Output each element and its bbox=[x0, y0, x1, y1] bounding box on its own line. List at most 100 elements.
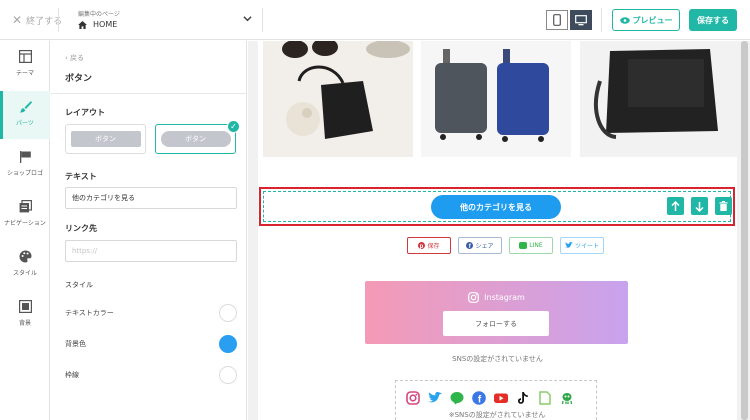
sns-icon-row: f bbox=[406, 391, 574, 405]
sidebar-item-navigation[interactable]: ナビゲーション bbox=[0, 191, 50, 239]
share-label: LINE bbox=[529, 242, 543, 249]
sidebar-item-label: ナビゲーション bbox=[4, 220, 46, 227]
link-label: リンク先 bbox=[65, 224, 97, 233]
style-row-label: 枠線 bbox=[65, 371, 79, 379]
desktop-view-button[interactable] bbox=[570, 10, 592, 30]
page-canvas: 他のカテゴリを見る p 保存 f シェア LINE ツイート Instagram… bbox=[258, 41, 738, 420]
style-row-label: 背景色 bbox=[65, 340, 86, 348]
sidebar-item-label: ショップロゴ bbox=[6, 170, 43, 177]
arrow-up-icon bbox=[671, 200, 680, 211]
chevron-down-icon bbox=[243, 14, 252, 26]
page-name-row: HOME bbox=[78, 20, 117, 29]
border-color-swatch[interactable] bbox=[219, 366, 237, 384]
layout-option-square[interactable]: ボタン bbox=[65, 124, 146, 154]
button-text-input[interactable] bbox=[65, 187, 237, 209]
layout-option-rounded[interactable]: ボタン bbox=[155, 124, 236, 154]
mobile-view-button[interactable] bbox=[546, 10, 568, 30]
line-share-button[interactable]: LINE bbox=[509, 237, 553, 254]
smartphone-icon bbox=[553, 14, 561, 26]
facebook-share-button[interactable]: f シェア bbox=[458, 237, 502, 254]
pinterest-icon: p bbox=[418, 242, 426, 249]
sidebar-item-theme[interactable]: テーマ bbox=[0, 41, 50, 89]
tiktok-icon[interactable] bbox=[516, 391, 530, 405]
trash-icon bbox=[719, 201, 728, 211]
instagram-icon[interactable] bbox=[406, 391, 420, 405]
back-link[interactable]: ‹ 戻る bbox=[65, 53, 84, 63]
preview-button[interactable]: プレビュー bbox=[612, 9, 680, 31]
note-icon[interactable] bbox=[538, 391, 552, 405]
divider bbox=[51, 93, 247, 94]
page-selector[interactable]: 編集中のページ HOME bbox=[66, 8, 262, 32]
background-icon bbox=[18, 300, 32, 313]
instagram-icon bbox=[468, 292, 480, 303]
sidebar-item-parts[interactable]: パーツ bbox=[0, 91, 50, 139]
sidebar-item-background[interactable]: 背景 bbox=[0, 291, 50, 339]
panel-title: ボタン bbox=[65, 74, 93, 84]
top-bar: ✕ 終了する 編集中のページ HOME プレビュー 保存する bbox=[0, 0, 750, 40]
palette-icon bbox=[19, 250, 31, 263]
twitter-icon bbox=[564, 242, 573, 248]
divider bbox=[262, 8, 263, 32]
layout-option-label: ボタン bbox=[160, 131, 231, 147]
sidebar-item-label: パーツ bbox=[16, 120, 34, 127]
twitter-icon[interactable] bbox=[428, 391, 442, 405]
home-icon bbox=[78, 20, 87, 29]
product-image-bags bbox=[263, 41, 413, 157]
scrollbar-thumb[interactable] bbox=[741, 41, 748, 420]
sns-link-block: f ※SNSの設定がされていません bbox=[395, 380, 597, 420]
share-label: 保存 bbox=[427, 243, 440, 250]
move-down-button[interactable] bbox=[691, 197, 708, 215]
facebook-icon: f bbox=[466, 242, 474, 249]
line-icon bbox=[519, 242, 528, 249]
ameba-icon[interactable] bbox=[560, 391, 574, 405]
sidebar-item-style[interactable]: スタイル bbox=[0, 241, 50, 289]
product-image-suitcases bbox=[421, 41, 571, 157]
style-row-background-color: 背景色 bbox=[65, 334, 237, 354]
instagram-title-row: Instagram bbox=[365, 292, 628, 303]
follow-button[interactable]: フォローする bbox=[443, 311, 549, 336]
divider bbox=[601, 8, 602, 32]
link-url-input[interactable] bbox=[65, 240, 237, 262]
divider bbox=[58, 8, 59, 32]
monitor-icon bbox=[575, 14, 587, 25]
page-name: HOME bbox=[93, 20, 118, 29]
layout-option-label: ボタン bbox=[70, 131, 141, 147]
move-up-button[interactable] bbox=[667, 197, 684, 215]
preview-scrollbar[interactable] bbox=[739, 41, 750, 420]
save-button[interactable]: 保存する bbox=[689, 9, 737, 31]
preview-label: プレビュー bbox=[632, 15, 673, 25]
background-color-swatch[interactable] bbox=[219, 335, 237, 353]
text-color-swatch[interactable] bbox=[219, 304, 237, 322]
eye-icon bbox=[619, 16, 630, 24]
sidebar-item-label: 背景 bbox=[18, 320, 31, 327]
brush-icon bbox=[19, 101, 32, 113]
flag-icon bbox=[19, 151, 31, 163]
sidebar-item-label: スタイル bbox=[12, 270, 37, 277]
sidebar-item-shop-logo[interactable]: ショップロゴ bbox=[0, 141, 50, 189]
back-label: 戻る bbox=[70, 54, 85, 62]
youtube-icon[interactable] bbox=[494, 391, 508, 405]
sns-notice: SNSの設定がされていません bbox=[452, 355, 543, 363]
save-label: 保存する bbox=[697, 15, 729, 25]
share-label: シェア bbox=[475, 243, 494, 250]
delete-button[interactable] bbox=[715, 197, 732, 215]
exit-label: 終了する bbox=[26, 17, 63, 27]
instagram-feed-block: Instagram フォローする bbox=[365, 281, 628, 344]
layout-icon bbox=[18, 50, 32, 63]
style-row-text-color: テキストカラー bbox=[65, 303, 237, 323]
view-other-categories-button[interactable]: 他のカテゴリを見る bbox=[431, 195, 561, 219]
navigation-icon bbox=[19, 200, 32, 213]
style-row-label: テキストカラー bbox=[65, 309, 114, 317]
page-caption: 編集中のページ bbox=[78, 11, 120, 18]
facebook-icon[interactable]: f bbox=[472, 391, 486, 405]
arrow-down-icon bbox=[695, 201, 704, 212]
settings-panel: ‹ 戻る ボタン レイアウト ボタン ボタン ✓ テキスト リンク先 スタイル … bbox=[51, 41, 247, 420]
check-icon: ✓ bbox=[227, 120, 240, 133]
share-label: ツイート bbox=[574, 243, 599, 250]
line-icon[interactable] bbox=[450, 391, 464, 405]
pinterest-save-button[interactable]: p 保存 bbox=[407, 237, 451, 254]
style-label: スタイル bbox=[65, 281, 93, 289]
twitter-share-button[interactable]: ツイート bbox=[560, 237, 604, 254]
sidebar-item-label: テーマ bbox=[15, 70, 34, 77]
exit-button[interactable]: ✕ 終了する bbox=[12, 14, 62, 27]
